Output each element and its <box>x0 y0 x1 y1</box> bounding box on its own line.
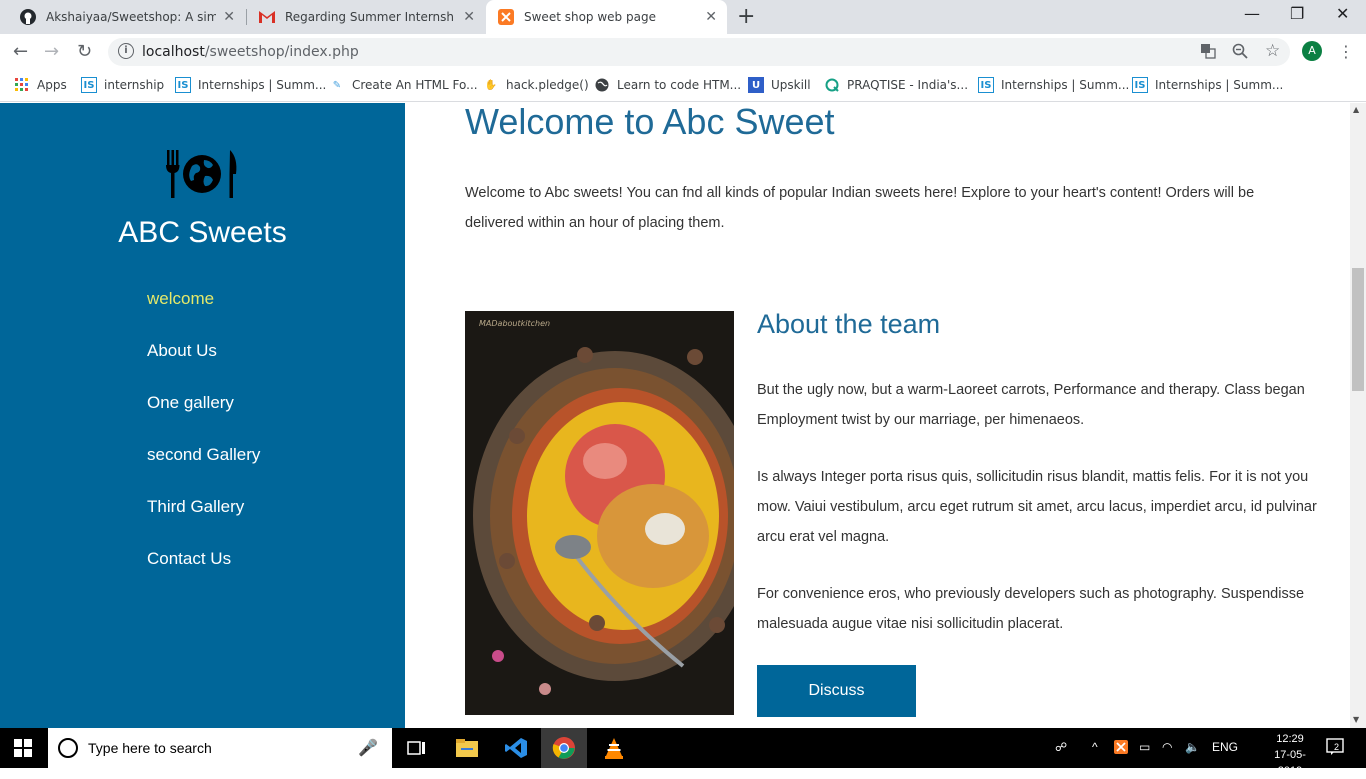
about-paragraph-1: But the ugly now, but a warm-Laoreet car… <box>757 382 1305 428</box>
nav-item-about-us[interactable]: About Us <box>147 341 260 393</box>
window-close-icon[interactable]: ✕ <box>1336 4 1349 23</box>
nav-item-contact-us[interactable]: Contact Us <box>147 549 260 601</box>
volume-icon[interactable]: 🔈 <box>1185 740 1200 754</box>
notification-count: 2 <box>1334 742 1340 752</box>
photo-watermark: MADaboutkitchen <box>479 319 551 328</box>
nav-item-third-gallery[interactable]: Third Gallery <box>147 497 260 549</box>
nav-item-second-gallery[interactable]: second Gallery <box>147 445 260 497</box>
windows-start-icon[interactable] <box>14 739 32 757</box>
browser-toolbar: ← → ↻ i localhost/sweetshop/index.php ☆ … <box>0 34 1366 70</box>
main-content: Welcome to Abc Sweet Welcome to Abc swee… <box>405 103 1350 728</box>
microphone-icon[interactable]: 🎤 <box>358 738 378 757</box>
bookmark-create-html-form[interactable]: ✎ Create An HTML Fo... <box>329 77 478 93</box>
forward-arrow-icon[interactable]: → <box>44 41 59 62</box>
address-bar[interactable]: i localhost/sweetshop/index.php ☆ <box>108 38 1290 66</box>
tab-gmail[interactable]: Regarding Summer Internship - a ✕ <box>247 0 485 34</box>
url-text: localhost/sweetshop/index.php <box>142 44 359 60</box>
about-paragraph-2: Is always Integer porta risus quis, soll… <box>757 469 1317 545</box>
bookmark-hack-pledge[interactable]: ✋ hack.pledge() <box>483 77 589 93</box>
minimize-icon[interactable]: — <box>1244 4 1260 23</box>
task-view-icon[interactable] <box>405 736 429 760</box>
internshala-icon: IS <box>81 77 97 93</box>
scroll-thumb[interactable] <box>1352 268 1364 391</box>
vlc-icon[interactable] <box>602 736 626 760</box>
scroll-down-arrow-icon[interactable]: ▼ <box>1353 715 1359 724</box>
xampp-tray-icon[interactable] <box>1114 740 1128 757</box>
bookmark-internships-summ-3[interactable]: IS Internships | Summ... <box>1132 77 1283 93</box>
github-icon <box>20 9 36 25</box>
notification-icon[interactable]: 2 <box>1326 738 1344 759</box>
sidebar: ABC Sweets welcome About Us One gallery … <box>0 103 405 728</box>
bookmark-internships-summ-2[interactable]: IS Internships | Summ... <box>978 77 1129 93</box>
close-icon[interactable]: ✕ <box>705 9 717 25</box>
close-icon[interactable]: ✕ <box>463 9 475 25</box>
globe-icon <box>594 77 610 93</box>
new-tab-button[interactable]: + <box>737 4 755 29</box>
vscode-icon[interactable] <box>504 736 528 760</box>
nav-item-one-gallery[interactable]: One gallery <box>147 393 260 445</box>
brand-name: ABC Sweets <box>118 216 287 249</box>
discuss-button[interactable]: Discuss <box>757 665 916 717</box>
clock[interactable]: 12:29 17-05-2019 <box>1262 731 1318 779</box>
zoom-icon[interactable] <box>1232 43 1248 63</box>
people-icon[interactable]: ☍ <box>1055 740 1067 754</box>
internshala-icon: IS <box>1132 77 1148 93</box>
internshala-icon: IS <box>175 77 191 93</box>
battery-icon[interactable]: ▭ <box>1139 740 1150 754</box>
cortana-icon <box>58 738 78 758</box>
info-icon[interactable]: i <box>118 43 134 59</box>
bookmark-star-icon[interactable]: ☆ <box>1265 41 1280 61</box>
page-icon: ✎ <box>332 79 342 91</box>
tab-github[interactable]: Akshaiyaa/Sweetshop: A simple w ✕ <box>0 0 245 34</box>
taskbar-search-box[interactable]: Type here to search 🎤 <box>48 728 392 768</box>
page-viewport: ABC Sweets welcome About Us One gallery … <box>0 103 1366 728</box>
praqtise-icon <box>824 77 840 93</box>
close-icon[interactable]: ✕ <box>223 9 235 25</box>
bookmark-learn-to-code[interactable]: Learn to code HTM... <box>594 77 741 93</box>
intro-text: Welcome to Abc sweets! You can fnd all k… <box>465 185 1255 231</box>
restore-icon[interactable]: ❐ <box>1290 4 1304 23</box>
bookmark-internship[interactable]: IS internship <box>81 77 164 93</box>
chrome-taskbar-button[interactable] <box>541 728 587 768</box>
menu-dots-icon[interactable]: ⋮ <box>1338 42 1354 61</box>
tab-sweet-shop[interactable]: Sweet shop web page ✕ <box>486 0 727 34</box>
browser-tab-bar: Akshaiyaa/Sweetshop: A simple w ✕ Regard… <box>0 0 1366 34</box>
restaurant-globe-logo-icon <box>164 148 240 200</box>
windows-taskbar: Type here to search 🎤 ☍ ^ ▭ ◠ 🔈 ENG 12:2… <box>0 728 1366 777</box>
sweets-photo: MADaboutkitchen <box>465 311 734 715</box>
gmail-icon <box>259 9 275 25</box>
profile-avatar[interactable]: A <box>1302 41 1322 61</box>
translate-icon[interactable] <box>1200 43 1216 63</box>
bookmark-upskill[interactable]: U Upskill <box>748 77 811 93</box>
nav-item-welcome[interactable]: welcome <box>147 289 260 341</box>
scroll-up-arrow-icon[interactable]: ▲ <box>1353 105 1359 114</box>
internshala-icon: IS <box>978 77 994 93</box>
hand-icon: ✋ <box>484 79 498 91</box>
bookmark-apps[interactable]: Apps <box>14 77 67 93</box>
file-explorer-icon[interactable] <box>455 736 479 760</box>
page-scrollbar[interactable]: ▲ ▼ <box>1350 103 1366 728</box>
page-title: Welcome to Abc Sweet <box>465 103 835 142</box>
bookmark-internships-summ[interactable]: IS Internships | Summ... <box>175 77 326 93</box>
bookmark-praqtise[interactable]: PRAQTISE - India's... <box>824 77 968 93</box>
xampp-icon <box>498 9 514 25</box>
upskill-icon: U <box>748 77 764 93</box>
about-team-heading: About the team <box>757 309 941 339</box>
language-indicator[interactable]: ENG <box>1212 740 1238 754</box>
tray-chevron-icon[interactable]: ^ <box>1092 740 1098 754</box>
bookmarks-bar: Apps IS internship IS Internships | Summ..… <box>0 70 1366 102</box>
wifi-icon[interactable]: ◠ <box>1162 740 1172 754</box>
about-paragraph-3: For convenience eros, who previously dev… <box>757 586 1305 632</box>
apps-grid-icon <box>14 77 30 93</box>
sidebar-nav: welcome About Us One gallery second Gall… <box>147 289 260 601</box>
back-arrow-icon[interactable]: ← <box>13 41 28 62</box>
reload-icon[interactable]: ↻ <box>77 41 92 62</box>
